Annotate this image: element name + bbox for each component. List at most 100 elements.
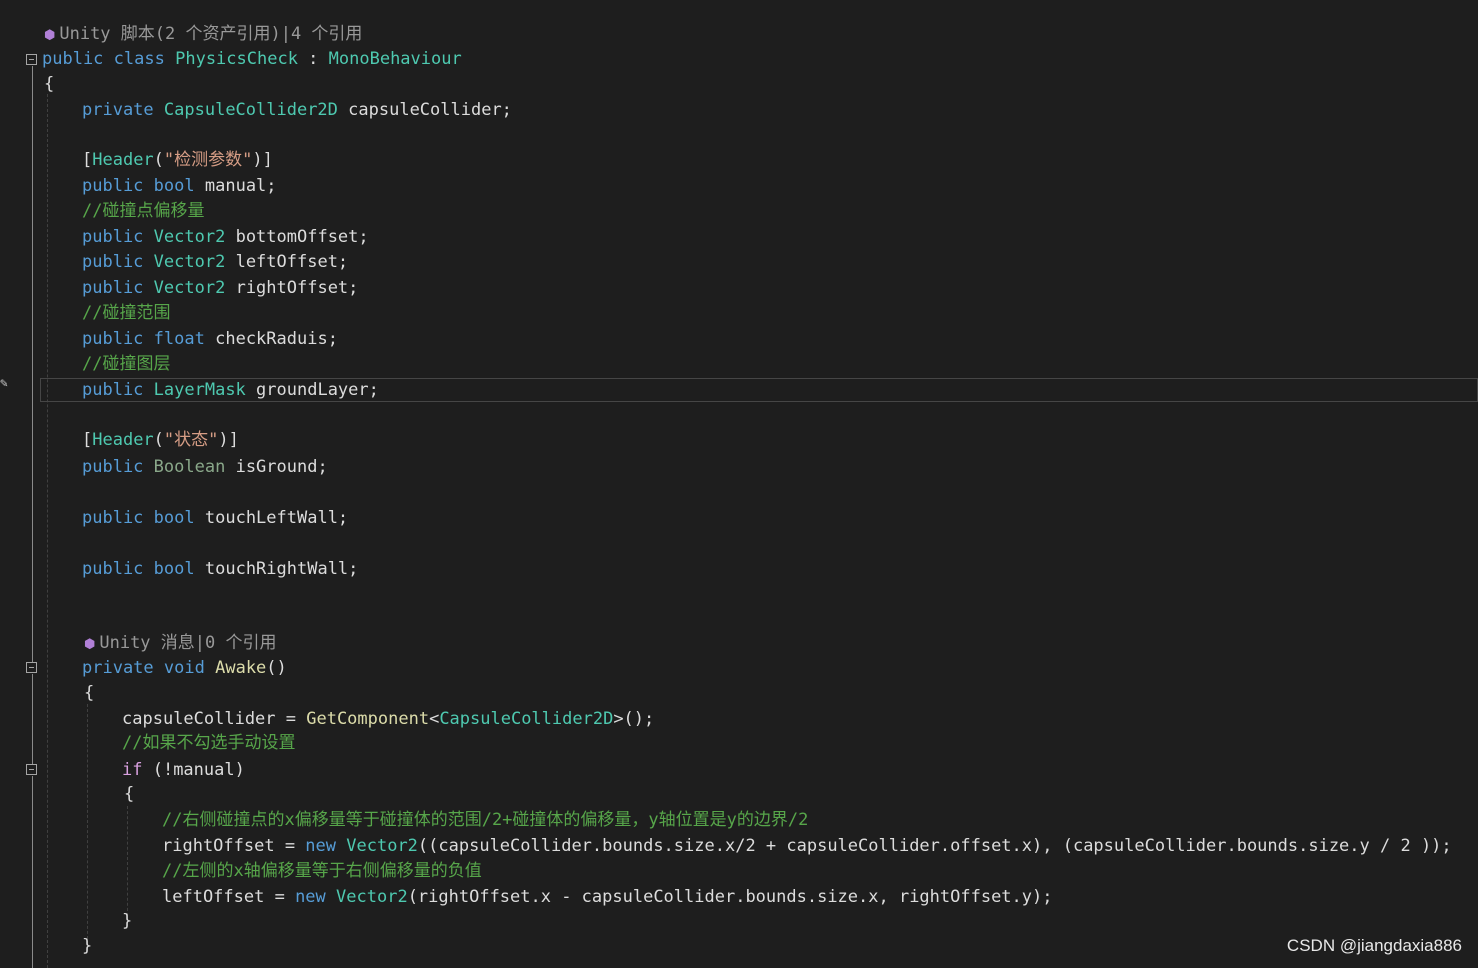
identifier: leftOffset = (162, 887, 296, 907)
keyword: public (82, 227, 144, 247)
type: Vector2 (153, 252, 226, 272)
code-line: { (44, 74, 55, 94)
code-line: public bool manual; (0, 174, 1478, 199)
expression: (rightOffset.x - capsuleCollider.bounds.… (407, 887, 1053, 907)
keyword: private (82, 100, 154, 120)
identifier: bottomOffset; (235, 227, 369, 247)
class-name: PhysicsCheck (175, 49, 298, 69)
code-line-current: public LayerMask groundLayer; (0, 378, 1478, 403)
type: CapsuleCollider2D (163, 100, 338, 120)
code-line: //碰撞图层 (0, 352, 1478, 377)
comment: //碰撞范围 (82, 303, 171, 323)
keyword: public (82, 329, 144, 349)
code-line: [Header("状态")] (82, 430, 239, 450)
keyword: bool (153, 508, 195, 528)
attribute: Header (92, 150, 154, 170)
keyword: public (42, 49, 104, 69)
type: CapsuleCollider2D (439, 709, 614, 729)
code-line: ⬢ Unity 消息|0 个引用 (0, 631, 1478, 656)
code-line: //碰撞点偏移量 (0, 199, 1478, 224)
identifier: rightOffset = (162, 836, 306, 856)
keyword: float (153, 329, 205, 349)
type: Vector2 (346, 836, 418, 856)
keyword: class (113, 49, 165, 69)
codelens-awake[interactable]: ⬢ Unity 消息|0 个引用 (84, 631, 276, 657)
code-line: //碰撞范围 (0, 301, 1478, 326)
comment: //左侧的x轴偏移量等于右侧偏移量的负值 (162, 861, 482, 881)
code-line: private void Awake() (82, 658, 287, 678)
keyword: private (82, 658, 154, 678)
code-line: public Vector2 bottomOffset; (0, 225, 1478, 250)
keyword: new (305, 836, 337, 856)
attribute: Header (92, 430, 154, 450)
comment: //碰撞图层 (82, 354, 171, 374)
identifier: touchRightWall; (204, 559, 359, 579)
code-line: //如果不勾选手动设置 (0, 731, 1478, 756)
code-line: capsuleCollider = GetComponent<CapsuleCo… (122, 709, 655, 729)
codelens-text: Unity 消息|0 个引用 (99, 633, 277, 653)
code-line: ⬢ Unity 脚本(2 个资产引用)|4 个引用 (0, 22, 1478, 47)
code-line: public bool touchLeftWall; (0, 506, 1478, 531)
code-line: leftOffset = new Vector2(rightOffset.x -… (0, 885, 1478, 910)
unity-cube-icon: ⬢ (44, 28, 56, 43)
code-line: { (124, 784, 135, 804)
identifier: leftOffset; (235, 252, 349, 272)
code-editor[interactable]: ✎ ⬢ Unity 脚本(2 个资产引用)|4 个引用 public class … (0, 0, 1478, 968)
codelens-text: Unity 脚本(2 个资产引用)|4 个引用 (59, 24, 363, 44)
unity-cube-icon: ⬢ (84, 637, 96, 652)
comment: //碰撞点偏移量 (82, 201, 205, 221)
code-line: } (122, 911, 133, 931)
punct: : (297, 49, 329, 69)
comment: //如果不勾选手动设置 (122, 733, 296, 753)
type: Vector2 (336, 887, 408, 907)
type: LayerMask (153, 380, 246, 400)
condition: (!manual) (142, 760, 245, 780)
code-line: private CapsuleCollider2D capsuleCollide… (0, 98, 1478, 123)
type: Vector2 (153, 227, 226, 247)
method-call: GetComponent (306, 709, 430, 729)
code-line: //左侧的x轴偏移量等于右侧偏移量的负值 (0, 859, 1478, 884)
code-line: rightOffset = new Vector2((capsuleCollid… (0, 834, 1478, 859)
identifier: capsuleCollider; (348, 100, 512, 120)
identifier: touchLeftWall; (204, 508, 349, 528)
identifier: manual; (204, 176, 277, 196)
code-line: public Boolean isGround; (0, 455, 1478, 480)
code-line: public Vector2 rightOffset; (0, 276, 1478, 301)
codelens-class[interactable]: ⬢ Unity 脚本(2 个资产引用)|4 个引用 (44, 22, 362, 48)
code-line: public bool touchRightWall; (0, 557, 1478, 582)
code-line: } (82, 936, 93, 956)
method-name: Awake (215, 658, 267, 678)
identifier: checkRaduis; (215, 329, 338, 349)
comment: //右侧碰撞点的x偏移量等于碰撞体的范围/2+碰撞体的偏移量，y轴位置是y的边界… (162, 810, 809, 830)
string: "状态" (163, 430, 219, 450)
keyword: public (82, 457, 144, 477)
keyword: public (82, 380, 144, 400)
code-line: { (84, 683, 95, 703)
expression: ((capsuleCollider.bounds.size.x/2 + caps… (417, 836, 1452, 856)
code-line: if (!manual) (0, 758, 1478, 783)
keyword: void (163, 658, 205, 678)
identifier: groundLayer; (256, 380, 379, 400)
keyword-control: if (122, 760, 143, 780)
type: Boolean (153, 457, 226, 477)
code-line: public class PhysicsCheck : MonoBehaviou… (0, 47, 1478, 72)
keyword: public (82, 252, 144, 272)
keyword: new (295, 887, 326, 907)
watermark: CSDN @jiangdaxia886 (1286, 936, 1462, 955)
code-line: public float checkRaduis; (0, 327, 1478, 352)
identifier: isGround; (235, 457, 328, 477)
code-line: //右侧碰撞点的x偏移量等于碰撞体的范围/2+碰撞体的偏移量，y轴位置是y的边界… (0, 808, 1478, 833)
type: Vector2 (153, 278, 226, 298)
identifier: rightOffset; (235, 278, 359, 298)
identifier: capsuleCollider = (122, 709, 307, 729)
keyword: public (82, 508, 144, 528)
keyword: bool (153, 176, 195, 196)
keyword: public (82, 559, 144, 579)
keyword: bool (153, 559, 195, 579)
base-class: MonoBehaviour (328, 49, 462, 69)
keyword: public (82, 176, 144, 196)
code-line: public Vector2 leftOffset; (0, 250, 1478, 275)
keyword: public (82, 278, 144, 298)
string: "检测参数" (163, 150, 253, 170)
code-line: [Header("检测参数")] (82, 150, 273, 170)
